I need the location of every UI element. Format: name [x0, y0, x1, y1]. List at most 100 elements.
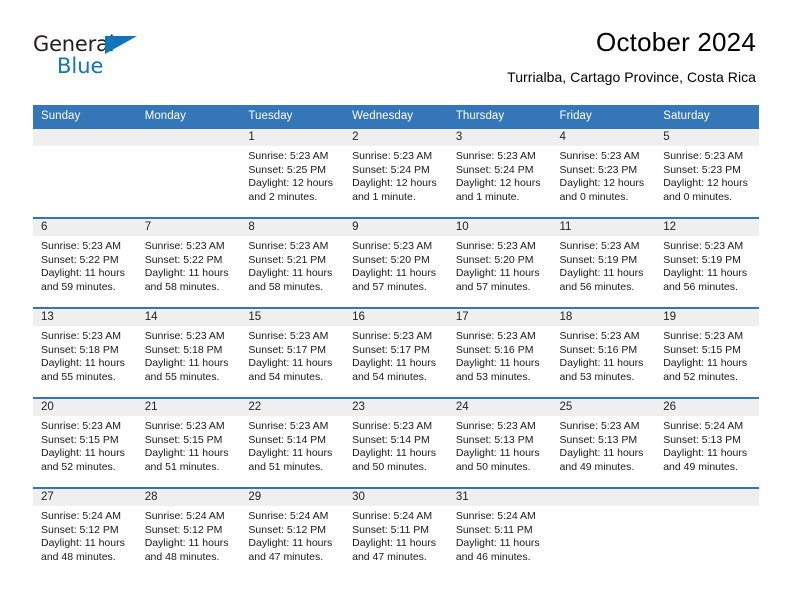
sunrise-text: Sunrise: 5:23 AM [559, 240, 640, 252]
daylight-text-line1: Daylight: 11 hours [144, 357, 229, 370]
day-details: Sunrise: 5:24 AM Sunset: 5:11 PM Daylight:… [448, 506, 552, 564]
sunset-text: Sunset: 5:12 PM [248, 523, 327, 536]
calendar-day-cell[interactable]: 19 Sunrise: 5:23 AM Sunset: 5:15 PM Dayligh… [655, 307, 759, 398]
calendar-day-cell[interactable]: 14 Sunrise: 5:23 AM Sunset: 5:18 PM Dayligh… [136, 307, 241, 398]
sunrise-text: Sunrise: 5:24 AM [455, 510, 536, 522]
daylight-text-line1: Daylight: 11 hours [455, 447, 540, 460]
calendar-day-cell[interactable]: 20 Sunrise: 5:23 AM Sunset: 5:15 PM Dayligh… [33, 397, 137, 488]
calendar-day-cell[interactable]: 6 Sunrise: 5:23 AM Sunset: 5:22 PM Daylight… [33, 217, 137, 308]
daylight-text-line1: Daylight: 11 hours [248, 357, 333, 370]
daylight-text-line2: and 53 minutes. [559, 370, 635, 383]
day-details: Sunrise: 5:23 AM Sunset: 5:23 PM Daylight:… [655, 146, 759, 204]
day-number: 18 [551, 309, 656, 326]
weekday-header-friday: Friday [551, 105, 656, 128]
daylight-text-line1: Daylight: 11 hours [144, 447, 229, 460]
brand-logo[interactable]: General Blue [33, 28, 143, 77]
calendar-day-cell[interactable]: 8 Sunrise: 5:23 AM Sunset: 5:21 PM Daylight… [240, 217, 345, 308]
sunset-text: Sunset: 5:24 PM [455, 163, 534, 176]
day-number: 28 [136, 489, 241, 506]
calendar-header-row: Sunday Monday Tuesday Wednesday Thursday Frid… [33, 105, 759, 128]
day-details: Sunrise: 5:23 AM Sunset: 5:19 PM Daylight:… [552, 236, 656, 294]
daylight-text-line1: Daylight: 11 hours [41, 357, 125, 370]
calendar-day-cell[interactable]: 17 Sunrise: 5:23 AM Sunset: 5:16 PM Dayligh… [447, 307, 552, 398]
day-details: Sunrise: 5:23 AM Sunset: 5:14 PM Daylight:… [344, 416, 448, 474]
daylight-text-line1: Daylight: 11 hours [455, 267, 540, 280]
calendar-day-cell[interactable]: 4 Sunrise: 5:23 AM Sunset: 5:23 PM Daylight… [551, 127, 656, 218]
daylight-text-line2: and 1 minute. [455, 190, 520, 203]
sunset-text: Sunset: 5:22 PM [144, 253, 223, 266]
brand-name-general: General [33, 32, 115, 56]
calendar-day-cell[interactable]: 23 Sunrise: 5:23 AM Sunset: 5:14 PM Dayligh… [344, 397, 448, 488]
sunrise-text: Sunrise: 5:23 AM [559, 150, 640, 162]
day-details: Sunrise: 5:23 AM Sunset: 5:17 PM Daylight:… [344, 326, 448, 384]
sunrise-text: Sunrise: 5:23 AM [248, 240, 329, 252]
brand-name-blue: Blue [57, 54, 104, 78]
calendar-day-cell[interactable]: 30 Sunrise: 5:24 AM Sunset: 5:11 PM Dayligh… [344, 487, 448, 577]
sunset-text: Sunset: 5:22 PM [41, 253, 119, 266]
calendar-day-cell[interactable]: 9 Sunrise: 5:23 AM Sunset: 5:20 PM Daylight… [344, 217, 448, 308]
calendar-day-cell[interactable]: 27 Sunrise: 5:24 AM Sunset: 5:12 PM Dayligh… [33, 487, 137, 577]
calendar-day-cell[interactable]: 12 Sunrise: 5:23 AM Sunset: 5:19 PM Dayligh… [655, 217, 759, 308]
calendar-day-cell[interactable]: 25 Sunrise: 5:23 AM Sunset: 5:13 PM Dayligh… [551, 397, 656, 488]
calendar-day-cell[interactable]: 22 Sunrise: 5:23 AM Sunset: 5:14 PM Dayligh… [240, 397, 345, 488]
daylight-text-line1: Daylight: 11 hours [352, 537, 436, 550]
daylight-text-line1: Daylight: 12 hours [248, 177, 334, 190]
sunrise-text: Sunrise: 5:23 AM [41, 330, 121, 342]
daylight-text-line1: Daylight: 12 hours [455, 177, 541, 190]
calendar-day-cell[interactable]: 18 Sunrise: 5:23 AM Sunset: 5:16 PM Dayligh… [551, 307, 656, 398]
sunset-text: Sunset: 5:15 PM [144, 433, 223, 446]
sunrise-text: Sunrise: 5:23 AM [663, 150, 744, 162]
daylight-text-line2: and 49 minutes. [559, 460, 635, 473]
sunrise-text: Sunrise: 5:23 AM [352, 150, 433, 162]
day-details: Sunrise: 5:23 AM Sunset: 5:15 PM Daylight:… [137, 416, 241, 474]
sunrise-text: Sunrise: 5:23 AM [663, 330, 744, 342]
daylight-text-line1: Daylight: 12 hours [352, 177, 437, 190]
calendar-day-cell[interactable]: 2 Sunrise: 5:23 AM Sunset: 5:24 PM Daylight… [344, 127, 448, 218]
sunrise-text: Sunrise: 5:23 AM [144, 240, 225, 252]
weekday-header-wednesday: Wednesday [344, 105, 448, 128]
daylight-text-line1: Daylight: 11 hours [41, 447, 125, 460]
daylight-text-line2: and 52 minutes. [41, 460, 116, 473]
daylight-text-line1: Daylight: 11 hours [455, 357, 540, 370]
calendar-day-cell[interactable]: 3 Sunrise: 5:23 AM Sunset: 5:24 PM Daylight… [447, 127, 552, 218]
day-number: 10 [447, 219, 552, 236]
day-number [551, 489, 656, 506]
sunrise-text: Sunrise: 5:24 AM [248, 510, 329, 522]
daylight-text-line2: and 50 minutes. [352, 460, 427, 473]
day-details: Sunrise: 5:23 AM Sunset: 5:17 PM Daylight:… [240, 326, 344, 384]
calendar-day-cell[interactable]: 31 Sunrise: 5:24 AM Sunset: 5:11 PM Dayligh… [447, 487, 552, 577]
calendar-day-cell-empty [33, 127, 137, 218]
calendar-day-cell[interactable]: 24 Sunrise: 5:23 AM Sunset: 5:13 PM Dayligh… [447, 397, 552, 488]
daylight-text-line2: and 58 minutes. [248, 280, 324, 293]
calendar-day-cell[interactable]: 29 Sunrise: 5:24 AM Sunset: 5:12 PM Dayligh… [240, 487, 345, 577]
weekday-header-tuesday: Tuesday [240, 105, 345, 128]
calendar-day-cell[interactable]: 5 Sunrise: 5:23 AM Sunset: 5:23 PM Daylight… [655, 127, 759, 218]
weekday-header-monday: Monday [136, 105, 241, 128]
daylight-text-line2: and 57 minutes. [352, 280, 427, 293]
daylight-text-line2: and 58 minutes. [144, 280, 220, 293]
calendar-day-cell[interactable]: 15 Sunrise: 5:23 AM Sunset: 5:17 PM Dayligh… [240, 307, 345, 398]
day-details: Sunrise: 5:23 AM Sunset: 5:23 PM Daylight:… [552, 146, 656, 204]
sunset-text: Sunset: 5:15 PM [663, 343, 741, 356]
calendar-day-cell[interactable]: 7 Sunrise: 5:23 AM Sunset: 5:22 PM Daylight… [136, 217, 241, 308]
day-number: 30 [344, 489, 448, 506]
calendar-day-cell[interactable]: 26 Sunrise: 5:24 AM Sunset: 5:13 PM Dayligh… [655, 397, 759, 488]
calendar-day-cell[interactable]: 10 Sunrise: 5:23 AM Sunset: 5:20 PM Dayligh… [447, 217, 552, 308]
day-number: 29 [240, 489, 345, 506]
calendar-day-cell[interactable]: 21 Sunrise: 5:23 AM Sunset: 5:15 PM Dayligh… [136, 397, 241, 488]
calendar-day-cell[interactable]: 28 Sunrise: 5:24 AM Sunset: 5:12 PM Dayligh… [136, 487, 241, 577]
day-details: Sunrise: 5:24 AM Sunset: 5:12 PM Daylight:… [137, 506, 241, 564]
day-details: Sunrise: 5:23 AM Sunset: 5:15 PM Daylight:… [33, 416, 137, 474]
sunrise-text: Sunrise: 5:23 AM [248, 150, 329, 162]
calendar-day-cell[interactable]: 16 Sunrise: 5:23 AM Sunset: 5:17 PM Dayligh… [344, 307, 448, 398]
sunset-text: Sunset: 5:19 PM [663, 253, 741, 266]
daylight-text-line1: Daylight: 12 hours [559, 177, 645, 190]
calendar-day-cell[interactable]: 11 Sunrise: 5:23 AM Sunset: 5:19 PM Dayligh… [551, 217, 656, 308]
sunrise-text: Sunrise: 5:23 AM [144, 330, 225, 342]
daylight-text-line2: and 2 minutes. [248, 190, 318, 203]
day-details: Sunrise: 5:24 AM Sunset: 5:12 PM Daylight:… [33, 506, 137, 564]
day-number: 20 [33, 399, 137, 416]
sunset-text: Sunset: 5:24 PM [352, 163, 430, 176]
calendar-day-cell[interactable]: 13 Sunrise: 5:23 AM Sunset: 5:18 PM Dayligh… [33, 307, 137, 398]
calendar-day-cell[interactable]: 1 Sunrise: 5:23 AM Sunset: 5:25 PM Daylight… [240, 127, 345, 218]
